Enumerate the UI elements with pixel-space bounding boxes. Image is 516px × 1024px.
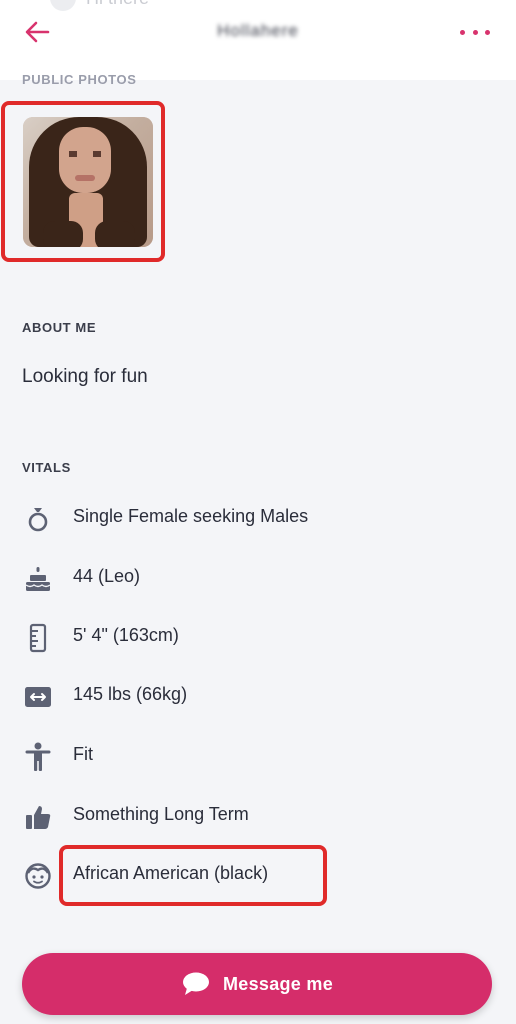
back-arrow-icon[interactable] bbox=[22, 18, 52, 46]
face-icon bbox=[24, 862, 52, 890]
vital-row-looking-for: Something Long Term bbox=[0, 796, 516, 836]
ghost-text: Hi there bbox=[86, 0, 149, 9]
public-photos-label: PUBLIC PHOTOS bbox=[22, 72, 137, 87]
vital-text: 145 lbs (66kg) bbox=[73, 684, 188, 704]
vital-row-weight: 145 lbs (66kg) bbox=[0, 676, 516, 716]
ghost-avatar bbox=[50, 0, 76, 11]
vital-row-age: 44 (Leo) bbox=[0, 558, 516, 598]
profile-photo[interactable] bbox=[23, 117, 153, 247]
about-me-text: Looking for fun bbox=[22, 366, 148, 387]
ethnicity-highlight-box bbox=[59, 845, 327, 906]
top-bar: Hi there Hollahere bbox=[0, 0, 516, 80]
ruler-icon bbox=[24, 623, 52, 653]
thumbs-up-icon bbox=[24, 803, 52, 831]
page-title: Hollahere bbox=[180, 18, 336, 44]
about-me-label: ABOUT ME bbox=[22, 320, 97, 335]
vital-text: Something Long Term bbox=[73, 804, 249, 824]
cake-icon bbox=[24, 565, 52, 593]
vitals-label: VITALS bbox=[22, 460, 71, 475]
weight-icon bbox=[24, 683, 52, 711]
vital-text: 44 (Leo) bbox=[73, 566, 141, 586]
vital-text: Fit bbox=[73, 744, 93, 764]
message-me-button[interactable]: Message me bbox=[22, 953, 492, 1015]
vital-row-height: 5' 4" (163cm) bbox=[0, 617, 516, 657]
username-title: Hollahere bbox=[217, 21, 299, 40]
ring-icon bbox=[24, 505, 52, 533]
ghost-chat-preview: Hi there bbox=[50, 0, 149, 11]
body-icon bbox=[24, 742, 52, 771]
vital-text: Single Female seeking Males bbox=[73, 506, 309, 526]
chat-bubble-icon bbox=[182, 972, 209, 995]
vital-text: 5' 4" (163cm) bbox=[73, 625, 179, 645]
vital-row-relationship: Single Female seeking Males bbox=[0, 498, 516, 538]
message-me-label: Message me bbox=[222, 973, 334, 994]
more-options-icon[interactable] bbox=[460, 24, 490, 40]
vital-row-body-type: Fit bbox=[0, 736, 516, 776]
